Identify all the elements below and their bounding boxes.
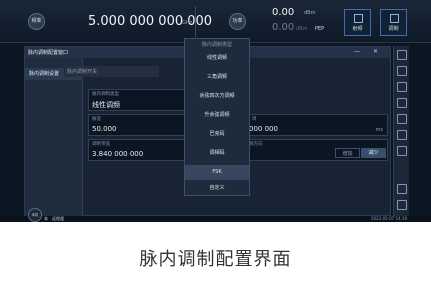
freq-direction-field: 频方向 增加 减少 [248, 139, 388, 161]
list-icon[interactable] [397, 114, 407, 124]
mod-type-label: 脉内调制类型 [92, 92, 119, 97]
camera-icon[interactable] [397, 130, 407, 140]
frequency-unit: GHz [182, 20, 193, 26]
pulse-width-value: 50.000 [92, 125, 117, 133]
pep-power-unit: dBm [296, 26, 308, 32]
dropdown-item-phase-code[interactable]: 调相码 [185, 146, 249, 161]
dropdown-item-fsk[interactable]: FSK [185, 165, 249, 180]
rf-label: 射频 [352, 26, 363, 32]
pep-label: PEP [315, 26, 325, 32]
mod-bandwidth-label: 调制带宽 [92, 142, 110, 147]
rf-icon [354, 14, 363, 23]
direction-decrease-button[interactable]: 减少 [361, 148, 386, 158]
mod-type-value: 线性调频 [92, 101, 120, 109]
caption: 脉内调制配置界面 [139, 249, 292, 270]
period-label: 周 [252, 117, 257, 122]
pulse-width-field[interactable]: 脉宽 50.000 [88, 114, 188, 136]
power-unit: dBm [304, 10, 316, 16]
modulation-icon [390, 14, 399, 23]
pulse-width-label: 脉宽 [92, 117, 101, 122]
status-bar [0, 216, 431, 222]
modulation-label: 调制 [388, 26, 399, 32]
dropdown-item-cos4-fm[interactable]: 余弦四次方调频 [185, 89, 249, 104]
mod-type-field[interactable]: 脉内调制类型 线性调频 [88, 89, 188, 111]
top-bar: 频率 5.000 000 000 000 GHz 功率 0.00 dBm 0.0… [0, 0, 431, 43]
status-remote: 远程遥 [52, 216, 64, 221]
direction-increase-button[interactable]: 增加 [335, 148, 360, 158]
dropdown-item-raised-cos-fm[interactable]: 升余弦调频 [185, 108, 249, 123]
mod-switch-label: 脉内调制开关 [67, 69, 98, 75]
minimize-button[interactable]: — [354, 48, 360, 55]
pep-power-value: 0.00 [272, 22, 295, 33]
mod-bandwidth-field[interactable]: 调制带宽 3.840 000 000 [88, 139, 188, 161]
print-icon[interactable] [397, 98, 407, 108]
frequency-button[interactable]: 频率 [28, 13, 45, 30]
right-toolbar [393, 46, 409, 216]
period-unit: ms [375, 127, 383, 133]
header-divider [195, 6, 196, 37]
home-icon[interactable] [397, 50, 407, 60]
local-button[interactable]: 本机 [28, 208, 42, 222]
dropdown-item-barker-code[interactable]: 巴克码 [185, 127, 249, 142]
mod-type-dropdown: 脉内调制类型 线性调频 三角调频 余弦四次方调频 升余弦调频 巴克码 调相码 F… [184, 38, 250, 196]
frequency-value[interactable]: 5.000 000 000 000 [88, 14, 212, 29]
power-value[interactable]: 0.00 [272, 7, 294, 18]
period-value: 000 000 [249, 125, 278, 133]
status-time: 2022-05-07 14:19 [370, 216, 407, 221]
dropdown-item-custom[interactable]: 自定义 [185, 181, 249, 196]
dropdown-item-linear-fm[interactable]: 线性调频 [185, 51, 249, 66]
freq-direction-label: 频方向 [249, 142, 263, 147]
power-button[interactable]: 功率 [229, 13, 246, 30]
back-icon[interactable] [397, 146, 407, 156]
save-icon[interactable] [397, 82, 407, 92]
status-text: 本 [44, 216, 48, 221]
mod-switch-row[interactable]: 脉内调制开关 [64, 66, 159, 77]
rf-button[interactable]: 射频 [344, 9, 371, 36]
close-icon[interactable]: ✕ [373, 48, 378, 55]
window-nav: 脉内调制设置 [25, 58, 83, 216]
settings-icon[interactable] [397, 200, 407, 210]
dropdown-item-triangle-fm[interactable]: 三角调频 [185, 70, 249, 85]
mod-bandwidth-value: 3.840 000 000 [92, 150, 144, 158]
period-field[interactable]: 周 000 000 ms [248, 114, 388, 136]
keyboard-icon[interactable] [397, 184, 407, 194]
dropdown-title: 脉内调制类型 [201, 42, 232, 48]
window-title: 脉内调制配置窗口 [28, 50, 69, 56]
copy-icon[interactable] [397, 66, 407, 76]
instrument-screen: 频率 5.000 000 000 000 GHz 功率 0.00 dBm 0.0… [0, 0, 431, 222]
modulation-button[interactable]: 调制 [380, 9, 407, 36]
